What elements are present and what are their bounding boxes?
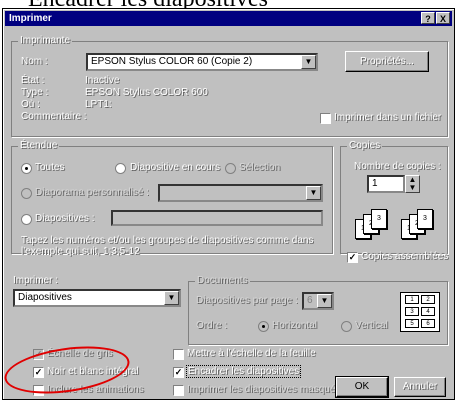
range-hint: Tapez les numéros et/ou les groupes de d…: [21, 235, 314, 257]
handout-cell: 4: [421, 307, 435, 316]
range-custom-show-label: Diaporama personnalisé :: [35, 187, 149, 198]
order-vertical-label: Vertical: [355, 320, 388, 331]
per-page-label: Diapositives par page :: [196, 295, 298, 306]
range-all-label: Toutes: [35, 162, 65, 173]
window-title: Imprimer: [9, 13, 52, 24]
chevron-down-icon[interactable]: ▼: [301, 55, 316, 69]
order-horizontal-label: Horizontal: [272, 320, 318, 331]
printer-name-label: Nom :: [21, 56, 48, 67]
slides-range-input[interactable]: [111, 210, 323, 226]
where-label: Où :: [21, 99, 40, 110]
printer-name-value: EPSON Stylus COLOR 60 (Copie 2): [91, 56, 253, 67]
where-value: LPT1:: [85, 99, 112, 110]
chevron-down-icon[interactable]: ▼: [164, 291, 179, 305]
comment-label: Commentaire :: [21, 111, 87, 122]
collate-checkbox[interactable]: ✓: [347, 252, 358, 263]
range-current-radio[interactable]: [115, 163, 126, 174]
handout-cell: 1: [405, 295, 419, 304]
frame-slides-checkbox[interactable]: ✓: [173, 367, 184, 378]
print-dialog: Imprimer ? X Imprimante Nom : EPSON Styl…: [2, 8, 455, 400]
range-slides-radio[interactable]: [21, 214, 32, 225]
chevron-down-icon[interactable]: ▼: [306, 186, 321, 200]
copies-spinner[interactable]: ▲ ▼: [405, 175, 420, 193]
handout-cell: 2: [421, 295, 435, 304]
range-group-label: Étendue: [18, 140, 60, 151]
scale-to-fit-checkbox[interactable]: [173, 349, 184, 360]
state-label: État :: [21, 75, 45, 86]
type-value: EPSON Stylus COLOR 600: [85, 87, 208, 98]
copies-count-value: 1: [372, 178, 378, 189]
per-page-select[interactable]: 6 ▼: [302, 292, 334, 310]
ok-button[interactable]: OK: [335, 376, 389, 398]
close-button[interactable]: X: [436, 12, 450, 24]
copy-page-icon: 3: [417, 209, 433, 229]
print-what-label: Imprimer :: [13, 275, 58, 286]
copy-page-icon: 3: [371, 209, 387, 229]
range-selection-label: Sélection: [239, 162, 281, 173]
print-what-select[interactable]: Diapositives ▼: [13, 289, 181, 307]
order-label: Ordre :: [196, 320, 228, 331]
type-label: Type :: [21, 87, 49, 98]
handout-cell: 6: [421, 319, 435, 328]
per-page-value: 6: [307, 295, 313, 306]
copies-count-input[interactable]: 1: [367, 175, 405, 193]
custom-show-select[interactable]: ▼: [158, 184, 323, 202]
range-selection-radio[interactable]: [225, 163, 236, 174]
state-value: Inactive: [85, 75, 120, 86]
handout-cell: 5: [405, 319, 419, 328]
copies-count-label: Nombre de copies :: [354, 161, 441, 172]
frame-slides-label: Encadrer les diapositives: [186, 365, 302, 378]
print-hidden-checkbox[interactable]: [173, 385, 184, 396]
range-current-label: Diapositive en cours: [130, 162, 221, 173]
printer-group-label: Imprimante: [18, 35, 73, 46]
range-all-radio[interactable]: [21, 163, 32, 174]
order-horizontal-radio[interactable]: [258, 321, 269, 332]
handouts-group-label: Documents: [195, 275, 250, 286]
help-button[interactable]: ?: [421, 12, 435, 24]
collate-label: Copies assemblées: [361, 251, 449, 262]
copies-group-label: Copies: [347, 140, 383, 151]
range-slides-label: Diapositives :: [35, 213, 95, 224]
chevron-down-icon[interactable]: ▼: [317, 294, 332, 308]
handout-layout-preview: 1 2 3 4 5 6: [400, 292, 440, 332]
title-bar: Imprimer ? X: [5, 11, 452, 26]
printer-name-select[interactable]: EPSON Stylus COLOR 60 (Copie 2) ▼: [86, 53, 318, 71]
properties-button[interactable]: Propriétés...: [345, 51, 429, 72]
handout-cell: 3: [405, 307, 419, 316]
background-slide-heading: Encadrer les diapositives: [0, 0, 457, 8]
order-vertical-radio[interactable]: [341, 321, 352, 332]
print-hidden-label: Imprimer les diapositives masquées: [187, 384, 346, 395]
print-to-file-checkbox[interactable]: [320, 113, 331, 124]
print-what-value: Diapositives: [18, 292, 72, 303]
cancel-button[interactable]: Annuler: [394, 377, 446, 397]
print-to-file-label: Imprimer dans un fichier: [334, 112, 442, 123]
scale-to-fit-label: Mettre à l'échelle de la feuille: [187, 348, 316, 359]
range-custom-show-radio[interactable]: [21, 188, 32, 199]
